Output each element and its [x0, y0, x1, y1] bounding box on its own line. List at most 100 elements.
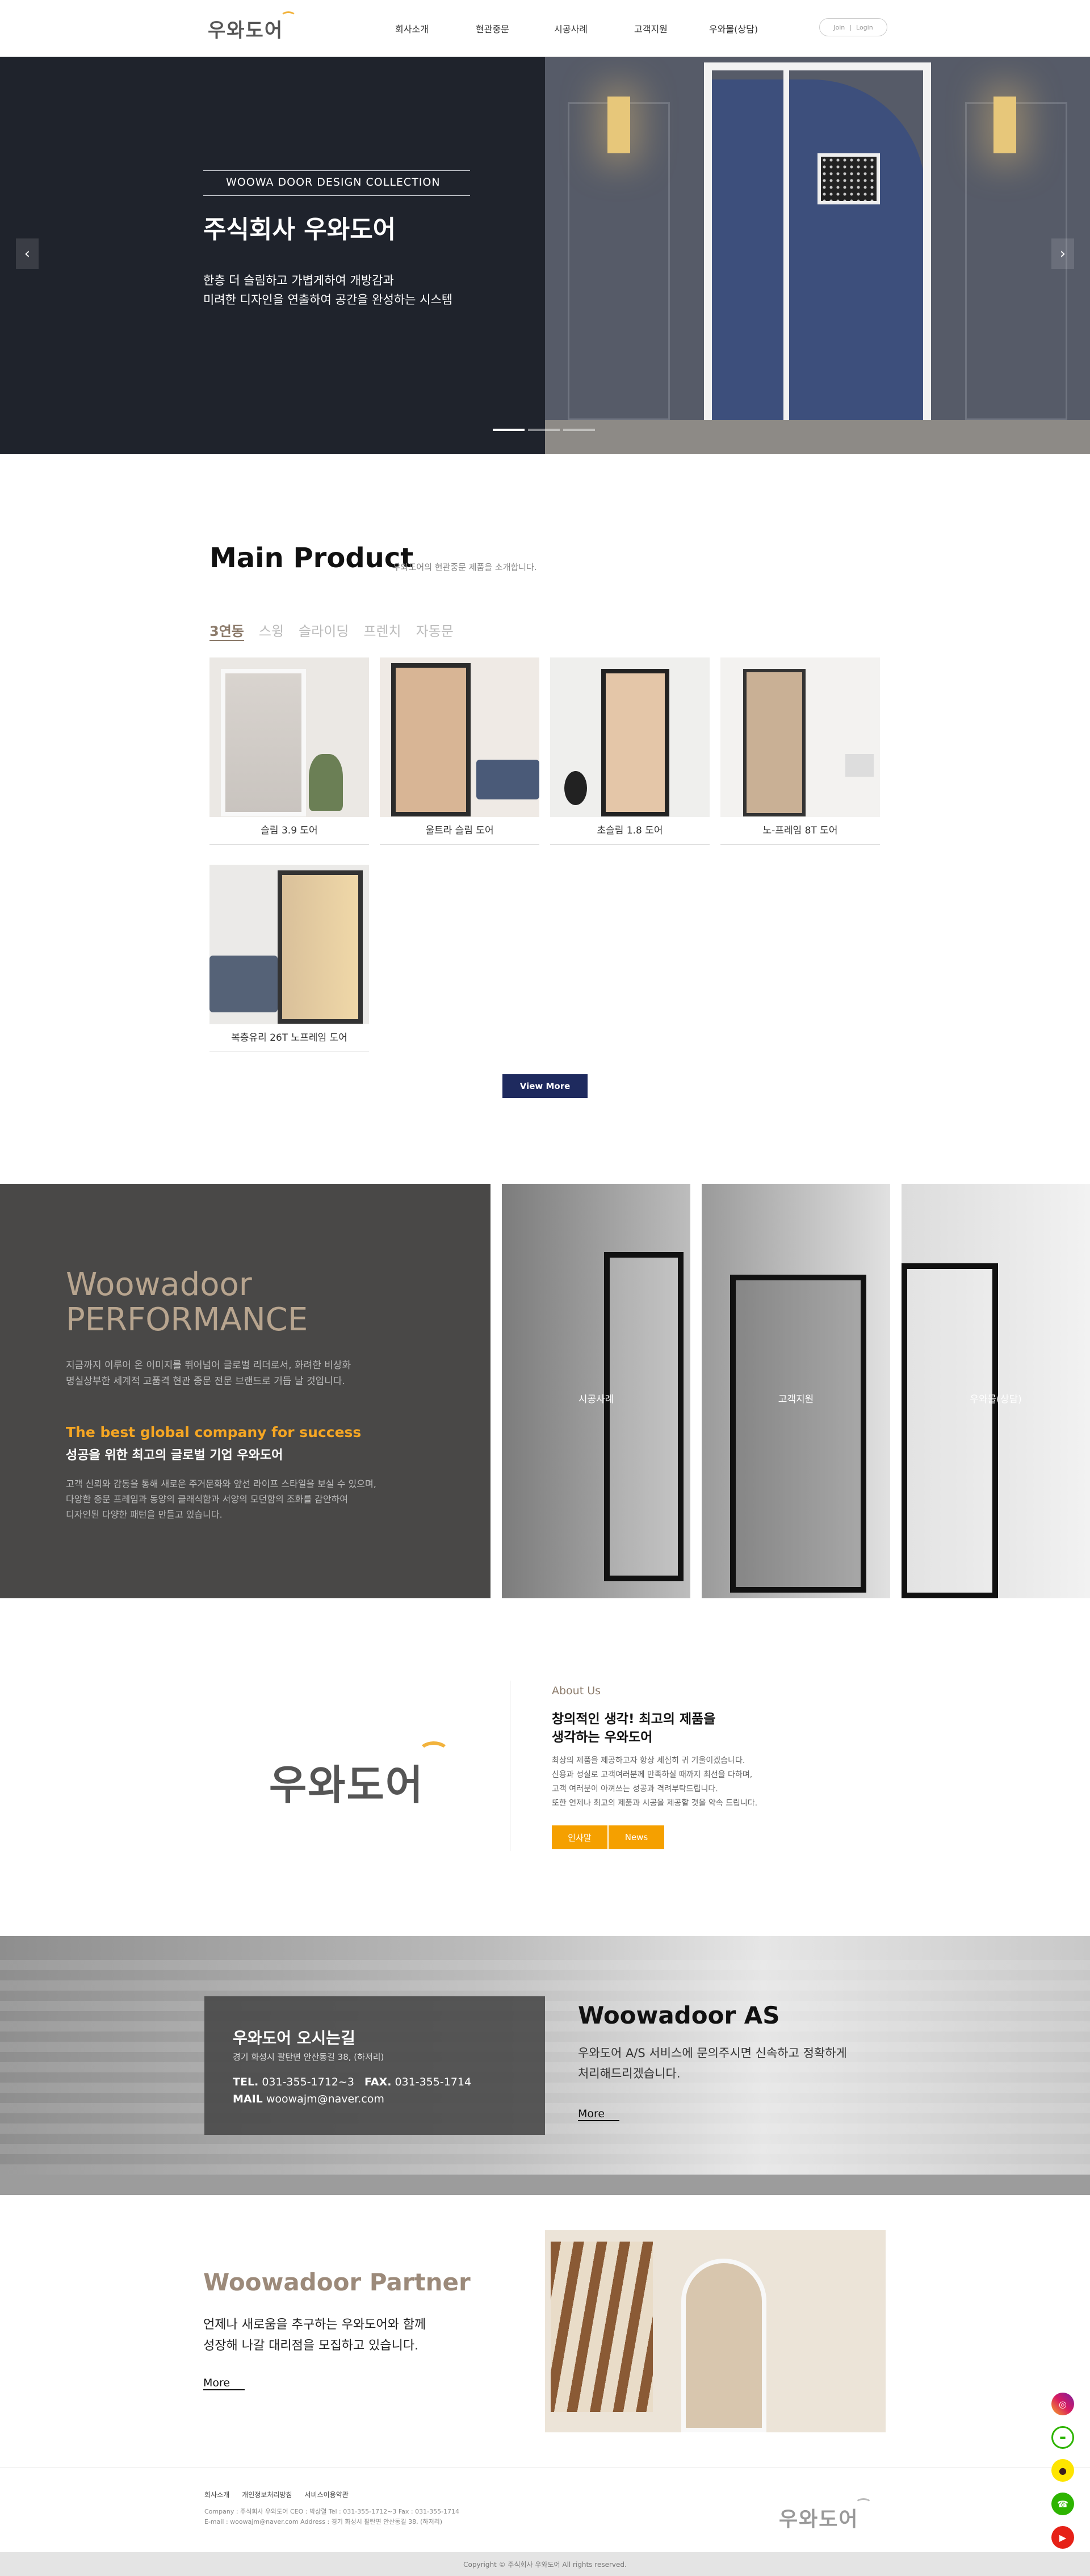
framed-art — [818, 153, 880, 204]
instagram-icon[interactable]: ◎ — [1051, 2393, 1074, 2415]
product-image-4[interactable] — [720, 657, 880, 817]
vase-shape — [564, 771, 587, 805]
panel-mall-label: 우와몰(상담) — [970, 1394, 1022, 1405]
door-shape — [601, 669, 669, 816]
lamp-right — [993, 97, 1016, 153]
tab-3link[interactable]: 3연동 — [209, 620, 244, 641]
logo-text: 우와도어 — [269, 1761, 424, 1809]
mail-label: MAIL — [233, 2093, 263, 2105]
chevron-right-icon: › — [1059, 245, 1066, 262]
product-tabs: 3연동 스윙 슬라이딩 프렌치 자동문 — [209, 620, 454, 641]
talk-icon[interactable]: ☎ — [1051, 2493, 1074, 2515]
slide-dot-2[interactable] — [528, 429, 560, 431]
partner-desc-1: 언제나 새로움을 추구하는 우와도어와 함께 — [203, 2318, 426, 2332]
footer-logo: 우와도어 — [779, 2498, 872, 2532]
nav-support[interactable]: 고객지원 — [634, 22, 668, 35]
panel-cases[interactable]: 시공사례 — [502, 1184, 690, 1598]
tel-value: 031-355-1712~3 — [262, 2076, 354, 2088]
member-pill: Join | Login — [819, 18, 887, 36]
door-shape — [902, 1263, 998, 1598]
greeting-button[interactable]: 인사말 — [552, 1825, 607, 1849]
product-image-1[interactable] — [209, 657, 369, 817]
nav-mall[interactable]: 우와몰(상담) — [709, 22, 758, 35]
partner-more-link[interactable]: More — [203, 2377, 245, 2390]
footer-links: 회사소개 개인정보처리방침 서비스이용약관 — [204, 2490, 349, 2499]
about-p4: 또한 언제나 최고의 제품과 시공을 제공할 것을 약속 드립니다. — [552, 1799, 758, 1808]
product-label-5[interactable]: 복층유리 26T 노프레임 도어 — [209, 1029, 369, 1052]
product-label-2[interactable]: 울트라 슬림 도어 — [380, 822, 539, 845]
performance-title-1: Woowadoor — [66, 1266, 252, 1303]
footer-link-privacy[interactable]: 개인정보처리방침 — [242, 2490, 292, 2499]
footer-link-company[interactable]: 회사소개 — [204, 2490, 229, 2499]
copyright-text: Copyright © 주식회사 우와도어 All rights reserve… — [463, 2561, 627, 2569]
about-p1: 최상의 제품을 제공하고자 항상 세심히 귀 기울이겠습니다. — [552, 1756, 745, 1765]
footer-rule — [0, 2467, 1090, 2468]
performance-p1: 고객 신뢰와 감동을 통해 새로운 주거문화와 앞선 라이프 스타일을 보실 수… — [66, 1478, 376, 1489]
login-link[interactable]: Login — [856, 24, 873, 31]
tab-swing[interactable]: 스윙 — [259, 620, 284, 641]
hero-slider: WOOWA DOOR DESIGN COLLECTION 주식회사 우와도어 한… — [0, 57, 1090, 454]
logo-swoosh-icon — [280, 11, 296, 23]
as-more-link[interactable]: More — [578, 2108, 620, 2121]
site-header: 우와도어 회사소개 현관중문 시공사례 고객지원 우와몰(상담) Join | … — [0, 0, 1090, 57]
youtube-icon[interactable]: ▶ — [1051, 2526, 1074, 2549]
product-label-3[interactable]: 초슬림 1.8 도어 — [550, 822, 710, 845]
header-logo[interactable]: 우와도어 — [208, 11, 296, 43]
nav-cases[interactable]: 시공사례 — [554, 22, 588, 35]
about-heading-2: 생각하는 우와도어 — [552, 1730, 653, 1745]
fax-value: 031-355-1714 — [395, 2076, 472, 2088]
chevron-left-icon: ‹ — [24, 245, 31, 262]
door-shape — [278, 870, 363, 1024]
product-image-5[interactable] — [209, 865, 369, 1024]
product-image-3[interactable] — [550, 657, 710, 817]
hero-line2: 미려한 디자인을 연출하여 공간을 완성하는 시스템 — [203, 293, 453, 307]
tab-sliding[interactable]: 슬라이딩 — [299, 620, 349, 641]
blog-icon[interactable]: ▬ — [1051, 2426, 1074, 2449]
product-image-2[interactable] — [380, 657, 539, 817]
logo-swoosh-icon — [418, 1741, 450, 1764]
hero-line1: 한층 더 슬림하고 가볍게하여 개방감과 — [203, 274, 394, 287]
footer-contact: E-mail : woowajm@naver.com Address : 경기 … — [204, 2518, 443, 2525]
sofa-shape — [209, 956, 278, 1012]
door-shape — [730, 1275, 866, 1593]
hero-next-button[interactable]: › — [1051, 238, 1074, 269]
kakaotalk-icon[interactable]: ● — [1051, 2459, 1074, 2482]
performance-desc-2: 명실상부한 세계적 고품격 현관 중문 전문 브랜드로 거듭 날 것입니다. — [66, 1376, 345, 1387]
tab-french[interactable]: 프렌치 — [363, 620, 401, 641]
slide-dot-1[interactable] — [493, 429, 525, 431]
tel-label: TEL. — [233, 2076, 259, 2088]
panel-mall[interactable]: 우와몰(상담) — [902, 1184, 1090, 1598]
hero-prev-button[interactable]: ‹ — [16, 238, 39, 269]
product-label-4[interactable]: 노-프레임 8T 도어 — [720, 822, 880, 845]
about-heading-1: 창의적인 생각! 최고의 제품을 — [552, 1712, 716, 1727]
directions-box — [204, 1996, 545, 2135]
partner-title: Woowadoor Partner — [203, 2268, 471, 2296]
door-shape — [743, 669, 806, 816]
hero-rule-top — [203, 170, 470, 171]
performance-section — [0, 1184, 491, 1598]
logo-text: 우와도어 — [208, 19, 284, 42]
door-shape — [221, 669, 306, 816]
footer-link-terms[interactable]: 서비스이용약관 — [305, 2490, 349, 2499]
nav-doors[interactable]: 현관중문 — [476, 22, 509, 35]
product-label-1[interactable]: 슬림 3.9 도어 — [209, 822, 369, 845]
performance-p3: 디자인된 다양한 패턴을 만들고 있습니다. — [66, 1509, 223, 1520]
slide-dot-3[interactable] — [563, 429, 595, 431]
panel-support-label: 고객지원 — [778, 1394, 814, 1405]
hero-rule-bottom — [203, 195, 470, 196]
about-label: About Us — [552, 1685, 601, 1697]
door-frame — [704, 62, 931, 437]
hero-title: 주식회사 우와도어 — [203, 215, 396, 244]
tab-auto[interactable]: 자동문 — [416, 620, 454, 641]
hero-image — [545, 57, 1090, 454]
about-logo: 우와도어 — [269, 1741, 450, 1811]
news-button[interactable]: News — [609, 1825, 664, 1849]
ground — [0, 2175, 1090, 2195]
hero-kicker: WOOWA DOOR DESIGN COLLECTION — [226, 176, 441, 189]
join-link[interactable]: Join — [833, 24, 845, 31]
nav-company[interactable]: 회사소개 — [395, 22, 429, 35]
lamp-left — [607, 97, 630, 153]
view-more-button[interactable]: View More — [502, 1074, 588, 1098]
panel-support[interactable]: 고객지원 — [702, 1184, 890, 1598]
frames-shape — [551, 2242, 653, 2412]
